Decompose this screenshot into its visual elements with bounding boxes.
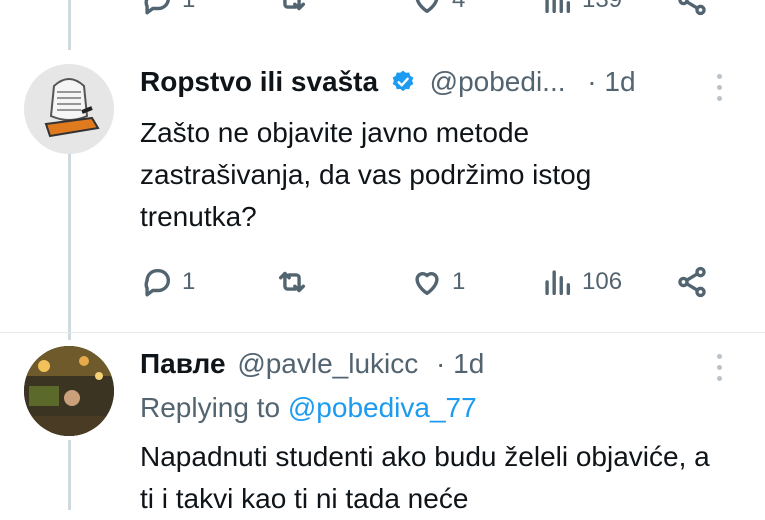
replying-prefix: Replying to: [140, 392, 281, 423]
avatar-image: [24, 64, 114, 154]
avatar-image: [24, 346, 114, 436]
thread-line: [68, 0, 71, 50]
tweet-text: Zašto ne objavite javno metode zastrašiv…: [140, 117, 592, 232]
tweet-text: Napadnuti studenti ako budu želeli objav…: [140, 441, 710, 514]
separator: ·: [587, 66, 597, 97]
replying-to: Replying to @pobediva_77: [140, 392, 477, 424]
avatar[interactable]: [24, 64, 114, 154]
more-icon[interactable]: [717, 74, 725, 107]
handle[interactable]: @pobedi...: [430, 66, 566, 97]
retweet-button[interactable]: [275, 262, 309, 302]
replying-handle-link[interactable]: @pobediva_77: [288, 392, 477, 423]
like-count: 1: [452, 268, 466, 295]
views-count: 139: [582, 0, 622, 14]
verified-badge-icon: [392, 70, 414, 92]
display-name[interactable]: Ropstvo ili svašta: [140, 66, 378, 97]
thread-line: [68, 150, 71, 340]
more-icon[interactable]: [717, 354, 725, 387]
tweet-header: Павле @pavle_lukicc · 1d: [140, 348, 484, 380]
thread-line: [68, 440, 71, 510]
share-icon: [678, 0, 706, 16]
reply-button[interactable]: 1: [140, 262, 195, 302]
share-button[interactable]: [675, 262, 709, 302]
reply-button[interactable]: 1: [140, 0, 195, 20]
tweet-actions: 1 1 106: [140, 262, 720, 302]
tweet-divider: [0, 332, 765, 333]
handle[interactable]: @pavle_lukicc: [237, 348, 418, 379]
reply-count: 1: [182, 0, 195, 14]
like-icon: [415, 0, 439, 14]
like-count: 4: [452, 0, 465, 14]
separator: ·: [436, 348, 446, 379]
reply-count: 1: [182, 268, 196, 295]
avatar[interactable]: [24, 346, 114, 436]
like-button[interactable]: 1: [410, 262, 465, 302]
timestamp[interactable]: 1d: [604, 66, 635, 97]
reply-icon: [144, 0, 170, 15]
retweet-button[interactable]: [275, 0, 309, 20]
views-icon: [545, 270, 571, 296]
retweet-icon: [283, 0, 306, 11]
share-button[interactable]: [675, 0, 709, 20]
display-name[interactable]: Павле: [140, 348, 226, 379]
views-button[interactable]: 139: [540, 0, 622, 20]
tweet-header: Ropstvo ili svašta @pobedi... · 1d: [140, 66, 636, 98]
timestamp[interactable]: 1d: [453, 348, 484, 379]
reply-icon: [144, 268, 171, 297]
share-icon: [678, 266, 706, 298]
views-icon: [545, 0, 571, 14]
views-count: 106: [582, 268, 623, 295]
previous-tweet-actions: 1 4 139: [140, 0, 720, 20]
retweet-icon: [278, 271, 306, 293]
views-button[interactable]: 106: [540, 262, 622, 302]
like-button[interactable]: 4: [410, 0, 465, 20]
like-icon: [415, 272, 439, 296]
